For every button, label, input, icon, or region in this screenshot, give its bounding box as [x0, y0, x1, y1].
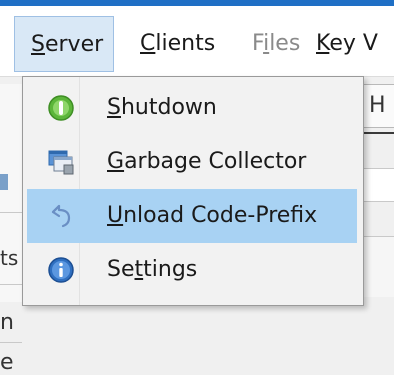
- menu-item-label: Garbage Collector: [107, 135, 306, 189]
- label-text: nload Code-Prefix: [123, 203, 318, 228]
- info-icon: [47, 256, 75, 284]
- menu-item-label: Shutdown: [107, 81, 217, 135]
- menu-clients-label: lients: [155, 31, 216, 56]
- menu-item-garbage-collector[interactable]: Garbage Collector: [27, 135, 357, 189]
- background-field: [360, 168, 394, 202]
- background-divider: [0, 212, 22, 213]
- undo-icon: [47, 202, 75, 230]
- background-divider: [360, 132, 394, 134]
- menu-item-label: Settings: [107, 243, 197, 297]
- menu-clients[interactable]: Clients: [132, 16, 223, 72]
- background-text-1: ts: [0, 246, 19, 270]
- menu-server-mnemonic: S: [31, 32, 45, 57]
- menu-item-unload-code-prefix[interactable]: Unload Code-Prefix: [27, 189, 357, 243]
- menu-keyv-label: ey V: [329, 31, 378, 56]
- background-panel: [360, 236, 394, 297]
- menu-files-label-pre: F: [252, 31, 264, 56]
- menu-files[interactable]: Files: [244, 16, 308, 72]
- background-tab[interactable]: H: [360, 84, 394, 128]
- menu-item-settings[interactable]: Settings: [27, 243, 357, 297]
- background-text-2: n: [0, 310, 14, 335]
- menu-server-label: erver: [44, 32, 104, 57]
- background-divider: [0, 284, 22, 285]
- background-divider: [0, 342, 22, 343]
- menu-clients-mnemonic: C: [140, 31, 156, 56]
- background-toolbar-icon: [0, 174, 8, 190]
- shutdown-icon: [47, 94, 75, 122]
- menu-files-label: les: [269, 31, 301, 56]
- server-dropdown-menu: Shutdown Garbage Collector Unload Code-P…: [22, 76, 364, 306]
- background-text-3: e: [0, 350, 14, 375]
- background-left-panel: ts n e: [0, 84, 23, 375]
- mnemonic-letter: t: [134, 257, 144, 282]
- mnemonic-letter: U: [107, 203, 124, 228]
- menu-server[interactable]: Server: [14, 16, 114, 72]
- menu-keyv-mnemonic: K: [316, 31, 330, 56]
- garbage-collector-icon: [47, 148, 75, 176]
- label-text: hutdown: [120, 95, 217, 120]
- label-text: arbage Collector: [124, 149, 307, 174]
- menu-item-shutdown[interactable]: Shutdown: [27, 81, 357, 135]
- mnemonic-letter: S: [107, 95, 121, 120]
- mnemonic-letter: G: [107, 149, 125, 174]
- menu-item-label: Unload Code-Prefix: [107, 189, 317, 243]
- menu-key-v[interactable]: Key V: [308, 16, 386, 72]
- label-text-pre: Se: [107, 257, 135, 282]
- label-text: tings: [143, 257, 198, 282]
- menu-bar: Server Clients Files Key V: [0, 6, 394, 77]
